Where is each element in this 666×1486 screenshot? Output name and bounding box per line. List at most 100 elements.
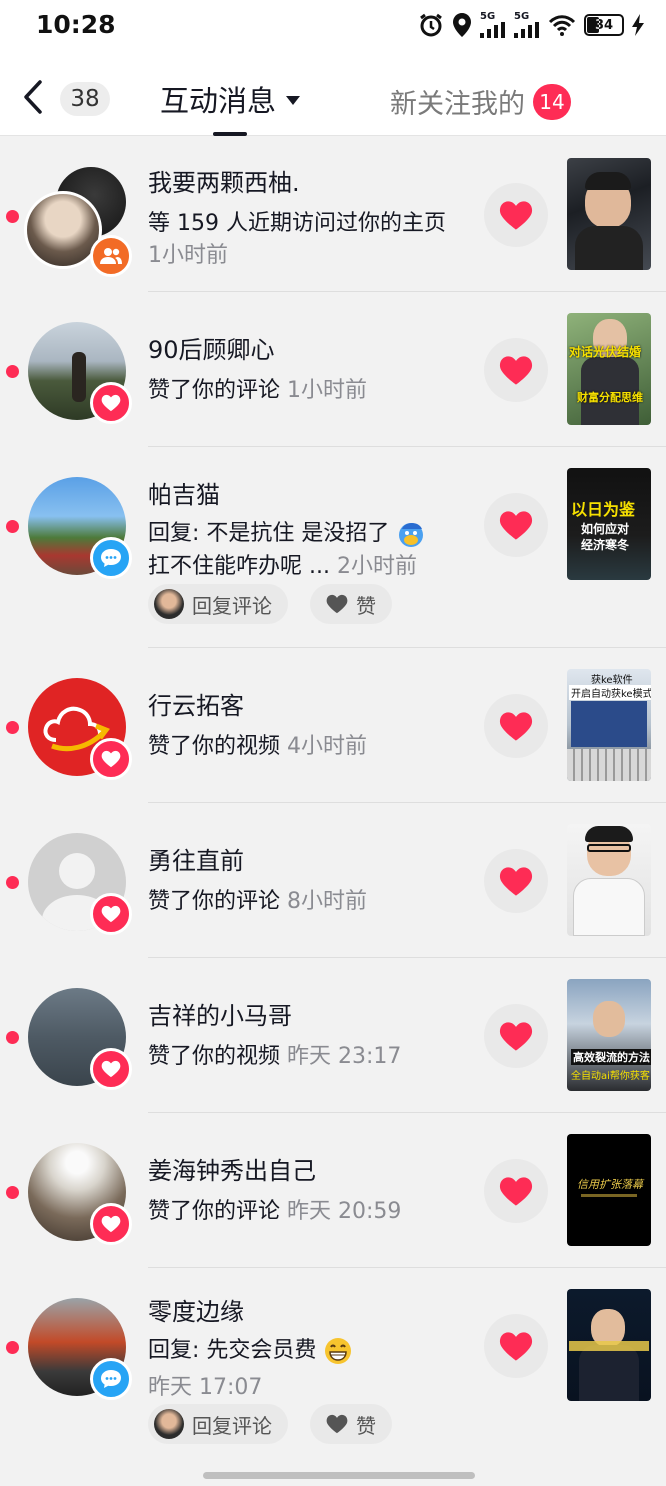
heart-icon: [499, 510, 533, 541]
tab-interactions[interactable]: 互动消息: [160, 78, 301, 120]
avatar-wrapper[interactable]: [28, 678, 132, 780]
notification-time: 1小时前: [287, 378, 368, 403]
notification-text: 赞了你的评论 1小时前: [148, 372, 367, 404]
avatar-wrapper[interactable]: [28, 1143, 132, 1245]
action-text: 赞了你的评论: [148, 1199, 281, 1224]
unread-dot: [6, 1341, 19, 1354]
notification-text: 赞了你的评论 昨天 20:59: [148, 1193, 401, 1225]
thumbnail-caption-2: 开启自动获ke模式: [569, 685, 651, 700]
emoji-icon: [399, 522, 424, 547]
video-thumbnail[interactable]: [567, 824, 651, 936]
follow-badge-icon: [90, 235, 132, 277]
thumbnail-caption-2: 如何应对: [581, 522, 630, 536]
avatar-wrapper[interactable]: [28, 988, 132, 1090]
heart-icon: [499, 200, 533, 231]
status-bar: 10:28 5G 5G 34: [0, 0, 666, 56]
tab-new-followers[interactable]: 新关注我的 14: [390, 82, 571, 121]
reply-comment-label: 回复评论: [192, 593, 272, 618]
like-comment-label: 赞: [356, 1413, 376, 1438]
heart-icon: [499, 866, 533, 897]
video-thumbnail[interactable]: 信用扩张落幕: [567, 1134, 651, 1246]
list-item[interactable]: 帕吉猫 回复: 不是抗住 是没招了 扛不住能咋办呢 ... 2小时前 回复评论 …: [0, 447, 666, 648]
list-item[interactable]: 零度边缘 回复: 先交会员费 昨天 17:07 回复评论 赞: [0, 1268, 666, 1468]
list-item[interactable]: 吉祥的小马哥 赞了你的视频 昨天 23:17 高效裂流的方法 全自动ai帮你获客: [0, 958, 666, 1113]
tab-interactions-label: 互动消息: [160, 84, 277, 118]
thumbnail-caption-2: 财富分配思维: [577, 391, 643, 404]
network-label-2: 5G: [514, 11, 530, 22]
battery-icon: 34: [584, 14, 624, 36]
video-thumbnail[interactable]: 以日为鉴 如何应对 经济寒冬: [567, 468, 651, 580]
status-icons: 5G 5G 34: [418, 12, 644, 38]
heart-badge-icon: [90, 1203, 132, 1245]
video-thumbnail[interactable]: 高效裂流的方法 全自动ai帮你获客: [567, 979, 651, 1091]
like-button[interactable]: [484, 493, 548, 557]
notification-text: 等 159 人近期访问过你的主页: [148, 211, 446, 236]
like-button[interactable]: [484, 1004, 548, 1068]
thumbnail-caption-2: 全自动ai帮你获客: [571, 1071, 650, 1082]
unread-count-badge[interactable]: 38: [60, 82, 110, 116]
unread-dot: [6, 1186, 19, 1199]
notification-time: 昨天 20:59: [287, 1199, 402, 1224]
sender-name[interactable]: 吉祥的小马哥: [148, 996, 292, 1031]
avatar-group[interactable]: [24, 167, 132, 277]
sender-name[interactable]: 勇往直前: [148, 841, 244, 876]
thumbnail-caption-1: 高效裂流的方法: [571, 1049, 651, 1065]
heart-outline-icon: [326, 1414, 348, 1434]
unread-dot: [6, 876, 19, 889]
like-button[interactable]: [484, 849, 548, 913]
video-thumbnail[interactable]: 对话光伏结婚 财富分配思维: [567, 313, 651, 425]
sender-name[interactable]: 姜海钟秀出自己: [148, 1151, 316, 1186]
video-thumbnail[interactable]: [567, 1289, 651, 1401]
list-item[interactable]: 我要两颗西柚. 等 159 人近期访问过你的主页 1小时前: [0, 137, 666, 292]
like-button[interactable]: [484, 1314, 548, 1378]
list-item[interactable]: 行云拓客 赞了你的视频 4小时前 获ke软件 开启自动获ke模式: [0, 648, 666, 803]
heart-icon: [499, 1176, 533, 1207]
like-button[interactable]: [484, 1159, 548, 1223]
thumbnail-caption-1: 对话光伏结婚: [569, 345, 642, 359]
notification-time: 8小时前: [287, 889, 368, 914]
like-comment-button[interactable]: 赞: [310, 584, 392, 624]
like-button[interactable]: [484, 183, 548, 247]
reply-content: 回复: 先交会员费: [148, 1338, 317, 1363]
avatar-wrapper[interactable]: [28, 477, 132, 579]
back-arrow-icon[interactable]: [18, 78, 48, 116]
reply-comment-button[interactable]: 回复评论: [148, 1404, 288, 1444]
alarm-icon: [420, 13, 442, 37]
list-item[interactable]: 姜海钟秀出自己 赞了你的评论 昨天 20:59 信用扩张落幕: [0, 1113, 666, 1268]
sender-name[interactable]: 我要两颗西柚.: [148, 163, 300, 198]
like-comment-label: 赞: [356, 593, 376, 618]
grin-emoji-icon: [325, 1338, 352, 1364]
video-thumbnail[interactable]: 获ke软件 开启自动获ke模式: [567, 669, 651, 781]
heart-badge-icon: [90, 1048, 132, 1090]
status-time: 10:28: [36, 10, 116, 39]
location-icon: [453, 13, 471, 37]
sender-name[interactable]: 行云拓客: [148, 686, 244, 721]
reply-content: 回复: 不是抗住 是没招了: [148, 521, 390, 546]
my-avatar: [154, 1409, 184, 1439]
home-indicator[interactable]: [203, 1472, 475, 1479]
list-item[interactable]: 90后顾卿心 赞了你的评论 1小时前 对话光伏结婚 财富分配思维: [0, 292, 666, 447]
sender-name[interactable]: 90后顾卿心: [148, 330, 275, 365]
avatar-wrapper[interactable]: [28, 322, 132, 424]
avatar-wrapper[interactable]: [28, 833, 132, 935]
unread-dot: [6, 721, 19, 734]
notification-text: 赞了你的评论 8小时前: [148, 883, 367, 915]
like-button[interactable]: [484, 338, 548, 402]
unread-dot: [6, 210, 19, 223]
thumbnail-caption-1: 信用扩张落幕: [577, 1178, 643, 1191]
unread-dot: [6, 520, 19, 533]
notification-time: 4小时前: [287, 734, 368, 759]
like-comment-button[interactable]: 赞: [310, 1404, 392, 1444]
heart-icon: [499, 1021, 533, 1052]
sender-name[interactable]: 帕吉猫: [148, 475, 220, 510]
sender-name[interactable]: 零度边缘: [148, 1292, 244, 1327]
video-thumbnail[interactable]: [567, 158, 651, 270]
unread-dot: [6, 365, 19, 378]
signal-2: 5G: [514, 12, 540, 38]
thumbnail-caption-3: 经济寒冬: [581, 538, 630, 552]
avatar-wrapper[interactable]: [28, 1298, 132, 1400]
heart-icon: [499, 1331, 533, 1362]
reply-comment-button[interactable]: 回复评论: [148, 584, 288, 624]
list-item[interactable]: 勇往直前 赞了你的评论 8小时前: [0, 803, 666, 958]
like-button[interactable]: [484, 694, 548, 758]
